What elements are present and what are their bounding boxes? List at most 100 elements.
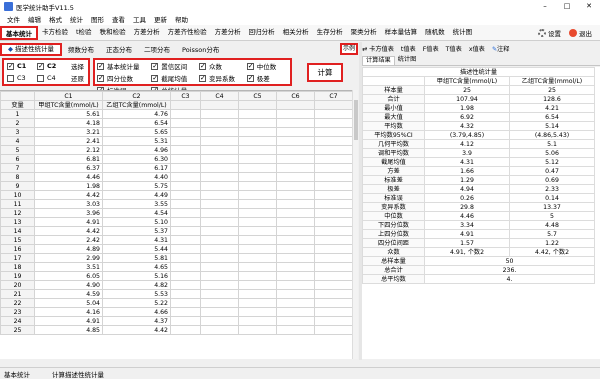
cell-c1[interactable]: 4.89: [34, 244, 103, 254]
var-name-c4[interactable]: [200, 100, 239, 110]
tab-sample-size[interactable]: 样本量估算: [381, 26, 422, 40]
cell-c1[interactable]: 6.81: [34, 154, 103, 164]
cell-c6[interactable]: [276, 316, 315, 326]
cell-c7[interactable]: [314, 226, 353, 236]
cell-c3[interactable]: [170, 298, 201, 308]
cell-c2[interactable]: 5.75: [102, 181, 171, 191]
cell-c6[interactable]: [276, 244, 315, 254]
cell-c2[interactable]: 5.53: [102, 289, 171, 299]
cell-c3[interactable]: [170, 136, 201, 146]
tab-cluster[interactable]: 聚类分析: [347, 26, 381, 40]
cell-c5[interactable]: [238, 253, 277, 263]
cell-c5[interactable]: [238, 235, 277, 245]
cell-c5[interactable]: [238, 217, 277, 227]
cell-c5[interactable]: [238, 181, 277, 191]
cell-c4[interactable]: [200, 262, 239, 272]
minimize-icon[interactable]: –: [534, 0, 556, 13]
cell-c5[interactable]: [238, 316, 277, 326]
cell-c6[interactable]: [276, 136, 315, 146]
cell-c5[interactable]: [238, 271, 277, 281]
cell-c6[interactable]: [276, 208, 315, 218]
var-name-c3[interactable]: [170, 100, 201, 110]
cell-c3[interactable]: [170, 190, 201, 200]
cell-c4[interactable]: [200, 226, 239, 236]
checkbox[interactable]: [97, 62, 104, 70]
cell-c1[interactable]: 6.37: [34, 163, 103, 173]
cell-c7[interactable]: [314, 118, 353, 128]
var-name-c1[interactable]: 甲组TC含量(mmol/L): [34, 100, 103, 110]
cell-c6[interactable]: [276, 226, 315, 236]
cell-c4[interactable]: [200, 181, 239, 191]
cell-c1[interactable]: 4.16: [34, 307, 103, 317]
calculate-button[interactable]: 计算: [307, 63, 343, 82]
row-number[interactable]: 7: [0, 163, 35, 173]
option-median[interactable]: 中位数: [246, 61, 288, 71]
subtab-frequency[interactable]: 频数分布: [62, 44, 100, 54]
cell-c6[interactable]: [276, 181, 315, 191]
subtab-binomial[interactable]: 二项分布: [138, 44, 176, 54]
checkbox-c1[interactable]: [7, 62, 14, 70]
checkbox-c2[interactable]: [37, 62, 44, 70]
notes-button[interactable]: ✎注释: [492, 44, 510, 53]
tab-basic-stats[interactable]: 基本统计: [0, 26, 38, 40]
cell-c7[interactable]: [314, 217, 353, 227]
col-header-c3[interactable]: C3: [170, 91, 201, 101]
cell-c7[interactable]: [314, 244, 353, 254]
cell-c1[interactable]: 6.05: [34, 271, 103, 281]
cell-c2[interactable]: 5.44: [102, 244, 171, 254]
cell-c4[interactable]: [200, 190, 239, 200]
cell-c3[interactable]: [170, 181, 201, 191]
cell-c2[interactable]: 5.31: [102, 136, 171, 146]
cell-c6[interactable]: [276, 271, 315, 281]
cell-c5[interactable]: [238, 244, 277, 254]
cell-c6[interactable]: [276, 253, 315, 263]
col-header-c6[interactable]: C6: [276, 91, 315, 101]
checkbox-c4[interactable]: [37, 74, 44, 82]
cell-c3[interactable]: [170, 271, 201, 281]
cell-c2[interactable]: 5.10: [102, 217, 171, 227]
cell-c5[interactable]: [238, 208, 277, 218]
cell-c4[interactable]: [200, 271, 239, 281]
cell-c1[interactable]: 4.42: [34, 226, 103, 236]
cell-c4[interactable]: [200, 253, 239, 263]
option-trimmed-mean[interactable]: 截尾均值: [151, 73, 199, 83]
cell-c6[interactable]: [276, 118, 315, 128]
cell-c1[interactable]: 3.96: [34, 208, 103, 218]
cell-c1[interactable]: 4.46: [34, 172, 103, 182]
grid-scrollbar[interactable]: [352, 90, 358, 359]
row-number[interactable]: 20: [0, 280, 35, 290]
cell-c4[interactable]: [200, 145, 239, 155]
cell-c4[interactable]: [200, 298, 239, 308]
cell-c3[interactable]: [170, 235, 201, 245]
option-ci[interactable]: 置信区间: [151, 61, 199, 71]
cell-c5[interactable]: [238, 307, 277, 317]
cell-c3[interactable]: [170, 163, 201, 173]
cell-c3[interactable]: [170, 253, 201, 263]
cell-c2[interactable]: 5.81: [102, 253, 171, 263]
cell-c2[interactable]: 4.66: [102, 307, 171, 317]
cell-c5[interactable]: [238, 154, 277, 164]
tab-charts[interactable]: 统计图: [449, 26, 477, 40]
cell-c7[interactable]: [314, 289, 353, 299]
var-name-c6[interactable]: [276, 100, 315, 110]
checkbox[interactable]: [97, 74, 104, 82]
cell-c5[interactable]: [238, 127, 277, 137]
cell-c1[interactable]: 5.61: [34, 109, 103, 119]
option-mode[interactable]: 众数: [199, 61, 247, 71]
cell-c5[interactable]: [238, 109, 277, 119]
checkbox-c3[interactable]: [7, 74, 14, 82]
row-number[interactable]: 19: [0, 271, 35, 281]
cell-c2[interactable]: 5.16: [102, 271, 171, 281]
row-number[interactable]: 6: [0, 154, 35, 164]
cell-c1[interactable]: 1.98: [34, 181, 103, 191]
cell-c6[interactable]: [276, 307, 315, 317]
t-table-button[interactable]: t值表: [401, 44, 416, 53]
cell-c1[interactable]: 3.21: [34, 127, 103, 137]
cell-c3[interactable]: [170, 262, 201, 272]
cell-c6[interactable]: [276, 235, 315, 245]
option-range[interactable]: 极差: [246, 73, 288, 83]
cell-c2[interactable]: 4.42: [102, 325, 171, 335]
cell-c1[interactable]: 2.41: [34, 136, 103, 146]
cell-c4[interactable]: [200, 289, 239, 299]
cell-c1[interactable]: 2.99: [34, 253, 103, 263]
